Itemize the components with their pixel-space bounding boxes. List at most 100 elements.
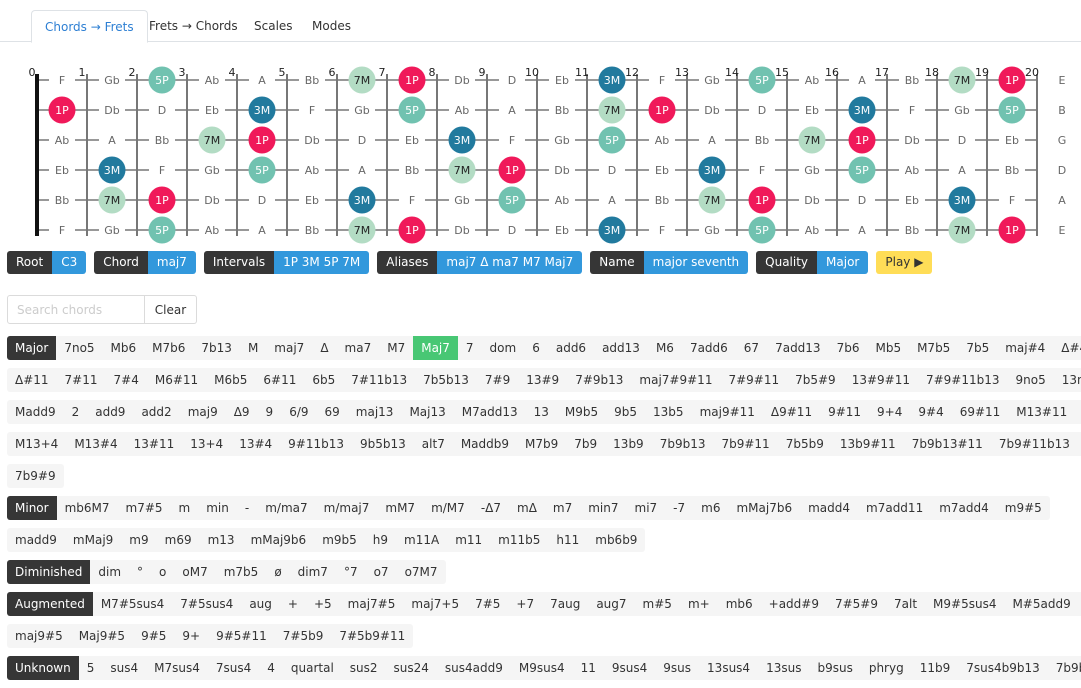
fret-note[interactable]: Db <box>454 74 469 87</box>
fret-note[interactable]: F <box>159 164 165 177</box>
chord-tag[interactable]: 13sus <box>758 656 809 680</box>
fret-note[interactable]: F <box>659 74 665 87</box>
fret-note[interactable]: Eb <box>205 104 219 117</box>
chord-tag[interactable]: m11A <box>396 528 447 552</box>
fret-note[interactable]: Bb <box>755 134 770 147</box>
fret-note[interactable]: Db <box>204 194 219 207</box>
chord-tag[interactable]: 11 <box>573 656 604 680</box>
fret-note[interactable]: A <box>358 164 366 177</box>
fret-note[interactable]: F <box>409 194 415 207</box>
fret-note[interactable]: Eb <box>405 134 419 147</box>
chord-tag[interactable]: 7add13 <box>767 336 829 360</box>
fret-note[interactable]: Ab <box>305 164 320 177</box>
chord-tag[interactable]: sus4 <box>102 656 146 680</box>
chord-tag[interactable]: maj7#9#11 <box>631 368 720 392</box>
chord-tag[interactable]: M7add13 <box>454 400 526 424</box>
fret-note[interactable]: Ab <box>205 74 220 87</box>
chord-tag[interactable]: h11 <box>548 528 587 552</box>
chord-tag[interactable]: 7b5 <box>958 336 997 360</box>
fret-note[interactable]: Eb <box>555 224 569 237</box>
chord-tag[interactable]: M13#11 <box>1008 400 1075 424</box>
chord-tag[interactable]: 9 <box>258 400 282 424</box>
chord-tag[interactable]: Mb6 <box>103 336 145 360</box>
chord-tag[interactable]: 7#4 <box>106 368 147 392</box>
chord-tag[interactable]: 7b9#9 <box>7 464 64 488</box>
chord-tag[interactable]: maj#4 <box>997 336 1053 360</box>
fret-note[interactable]: Bb <box>155 134 170 147</box>
fret-note[interactable]: Gb <box>104 224 120 237</box>
chord-tag[interactable]: 7b9#11b13 <box>991 432 1078 456</box>
chord-tag[interactable]: 7b9b13 <box>652 432 714 456</box>
chord-tag[interactable]: 6b5 <box>304 368 343 392</box>
chord-tag[interactable]: 9#11 <box>820 400 869 424</box>
chord-tag[interactable]: madd4 <box>800 496 858 520</box>
fret-note[interactable]: Gb <box>804 164 820 177</box>
fret-note[interactable]: F <box>909 104 915 117</box>
chord-tag[interactable]: h9 <box>365 528 396 552</box>
chord-tag[interactable]: 9+4 <box>869 400 910 424</box>
fret-note[interactable]: Db <box>104 104 119 117</box>
tab-modes[interactable]: Modes <box>299 10 364 43</box>
chord-tag[interactable]: 7#9b13 <box>567 368 631 392</box>
chord-tag[interactable]: 9sus <box>655 656 699 680</box>
chord-tag[interactable]: m#5 <box>635 592 680 616</box>
fret-note[interactable]: A <box>858 74 866 87</box>
chord-tag[interactable]: ma7 <box>337 336 380 360</box>
chord-tag[interactable]: 13#9#11 <box>844 368 918 392</box>
chord-tag[interactable]: 13b9 <box>605 432 652 456</box>
chord-tag[interactable]: mM7 <box>377 496 423 520</box>
chord-tag[interactable]: maj13 <box>348 400 402 424</box>
fret-note[interactable]: Eb <box>1005 134 1019 147</box>
chord-tag[interactable]: 7b13 <box>193 336 240 360</box>
chord-tag[interactable]: mMaj9 <box>65 528 121 552</box>
chord-tag[interactable]: Maj7 <box>413 336 458 360</box>
fret-note[interactable]: F <box>309 104 315 117</box>
fret-note[interactable]: Gb <box>204 164 220 177</box>
fret-note[interactable]: Bb <box>655 194 670 207</box>
fret-note[interactable]: D <box>158 104 166 117</box>
chord-tag[interactable]: quartal <box>283 656 342 680</box>
chord-tag[interactable]: M7#5sus4 <box>93 592 172 616</box>
chord-tag[interactable]: +7 <box>508 592 542 616</box>
fret-note[interactable]: A <box>258 74 266 87</box>
fret-note[interactable]: D <box>758 104 766 117</box>
chord-tag[interactable]: 7add6 <box>682 336 736 360</box>
chord-tag[interactable]: M7b5 <box>909 336 958 360</box>
chord-tag[interactable]: m9b5 <box>314 528 365 552</box>
chord-tag[interactable]: +5 <box>306 592 340 616</box>
fret-note[interactable]: Gb <box>704 74 720 87</box>
fret-note[interactable]: Ab <box>455 104 470 117</box>
fret-note[interactable]: Gb <box>454 194 470 207</box>
chord-tag[interactable]: m/M7 <box>423 496 473 520</box>
chord-tag[interactable]: madd9 <box>7 528 65 552</box>
fret-note[interactable]: Eb <box>555 74 569 87</box>
chord-tag[interactable]: 5 <box>79 656 103 680</box>
chord-tag[interactable]: 9#5#11 <box>208 624 275 648</box>
fret-note[interactable]: F <box>659 224 665 237</box>
chord-tag[interactable]: m6 <box>693 496 728 520</box>
chord-tag[interactable]: 9+ <box>174 624 208 648</box>
chord-tag[interactable]: -7 <box>665 496 693 520</box>
chord-tag[interactable]: 7b9b13#11 <box>904 432 991 456</box>
chord-tag[interactable]: 13#4 <box>231 432 280 456</box>
fret-note[interactable]: D <box>358 134 366 147</box>
chord-tag[interactable]: maj7 <box>266 336 312 360</box>
fret-note[interactable]: Db <box>304 134 319 147</box>
chord-tag[interactable]: 13#9 <box>518 368 567 392</box>
fret-note[interactable]: Ab <box>205 224 220 237</box>
chord-tag[interactable]: M6 <box>648 336 682 360</box>
chord-tag[interactable]: mMaj7b6 <box>728 496 800 520</box>
chord-tag[interactable]: mb6M7 <box>57 496 118 520</box>
chord-tag[interactable]: sus4add9 <box>437 656 511 680</box>
fret-note[interactable]: D <box>508 74 516 87</box>
fret-note[interactable]: D <box>608 164 616 177</box>
fret-note[interactable]: Ab <box>805 74 820 87</box>
fret-note[interactable]: Bb <box>905 74 920 87</box>
chord-tag[interactable]: 11b9 <box>912 656 959 680</box>
chord-tag[interactable]: add9 <box>87 400 133 424</box>
chord-tag[interactable]: mMaj9b6 <box>243 528 315 552</box>
chord-tag[interactable]: maj7+5 <box>403 592 467 616</box>
chord-tag[interactable]: 69 <box>317 400 348 424</box>
fret-note[interactable]: Db <box>804 194 819 207</box>
chord-tag[interactable]: 7#5b9#11 <box>331 624 413 648</box>
